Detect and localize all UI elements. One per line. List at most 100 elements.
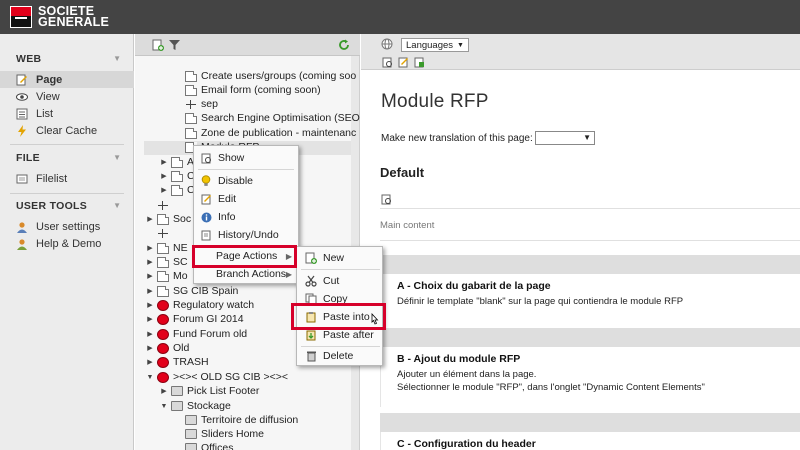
expand-arrow-right-icon[interactable]: ▶ (160, 172, 168, 180)
submenu-item-delete[interactable]: Delete (297, 347, 382, 365)
page-icon (171, 184, 183, 196)
expand-arrow-down-icon[interactable]: ▼ (146, 374, 154, 381)
language-select[interactable]: Languages ▼ (401, 38, 469, 52)
menu-item-list[interactable]: List (0, 105, 134, 122)
content-element[interactable]: A - Choix du gabarit de la page Définir … (380, 274, 800, 324)
expand-arrow-right-icon[interactable]: ▶ (160, 186, 168, 194)
restricted-page-icon (157, 313, 169, 325)
tree-row[interactable]: Sliders Home (185, 427, 264, 441)
tree-row[interactable] (157, 198, 173, 212)
menu-item-clear-cache[interactable]: Clear Cache (0, 122, 134, 139)
tree-row[interactable]: Zone de publication - maintenanc (185, 126, 356, 140)
tree-row[interactable]: ▶ Forum GI 2014 (146, 312, 243, 326)
expand-arrow-right-icon[interactable]: ▶ (146, 358, 154, 366)
context-item-history[interactable]: History/Undo (194, 226, 298, 244)
menu-item-page[interactable]: Page (0, 71, 134, 88)
tree-row[interactable]: Search Engine Optimisation (SEO (185, 111, 360, 125)
expand-arrow-right-icon[interactable]: ▶ (160, 387, 168, 395)
expand-arrow-down-icon[interactable]: ▼ (160, 403, 168, 410)
page-edit-icon (16, 74, 28, 86)
content-element-title: A - Choix du gabarit de la page (397, 280, 551, 292)
filter-icon[interactable] (169, 39, 180, 54)
tree-row[interactable]: ▶ Regulatory watch (146, 298, 254, 312)
expand-arrow-right-icon[interactable]: ▶ (146, 315, 154, 323)
tree-row[interactable]: ▶ Mo (146, 269, 187, 283)
separator-icon (185, 99, 197, 110)
expand-arrow-right-icon[interactable]: ▶ (146, 330, 154, 338)
tree-row[interactable]: ▶ NE (146, 241, 188, 255)
menu-item-help-demo[interactable]: Help & Demo (0, 235, 134, 252)
refresh-icon[interactable] (338, 39, 350, 54)
tree-row[interactable]: Territoire de diffusion (185, 413, 298, 427)
tree-row[interactable]: ▶ C (160, 183, 194, 197)
tree-row[interactable]: ▶ Soc (146, 212, 191, 226)
tree-row[interactable]: ▶ Pick List Footer (160, 384, 259, 398)
menu-item-label: Help & Demo (36, 237, 102, 250)
folder-icon (185, 443, 197, 450)
tree-row[interactable]: sep (185, 97, 218, 111)
translation-select[interactable]: ▼ (535, 131, 595, 145)
submenu-item-label: New (323, 252, 345, 264)
history-icon (200, 229, 212, 241)
content-element[interactable]: C - Configuration du header (380, 432, 800, 450)
context-item-info[interactable]: Info (194, 208, 298, 226)
new-page-icon[interactable] (152, 39, 164, 54)
menu-item-label: List (36, 107, 54, 120)
context-item-label: Info (218, 211, 236, 223)
tree-row-label: TRASH (173, 356, 209, 368)
submenu-item-label: Cut (323, 275, 340, 287)
content-element[interactable]: B - Ajout du module RFP Ajouter un éléme… (380, 347, 800, 407)
page-properties-icon[interactable] (414, 57, 425, 71)
expand-arrow-right-icon[interactable]: ▶ (146, 301, 154, 309)
tree-row[interactable]: Email form (coming soon) (185, 83, 321, 97)
tree-row[interactable]: ▶ SG CIB Spain (146, 284, 238, 298)
tree-row-label: NE (173, 242, 188, 254)
expand-arrow-right-icon[interactable]: ▶ (160, 158, 168, 166)
submenu-item-cut[interactable]: Cut (297, 272, 382, 290)
tree-row-label: sep (201, 98, 218, 110)
tree-row[interactable]: Create users/groups (coming soo (185, 69, 356, 83)
menu-item-user-settings[interactable]: User settings (0, 218, 134, 235)
tree-row-label: Zone de publication - maintenanc (201, 127, 357, 139)
content-element-title: C - Configuration du header (397, 438, 536, 450)
context-item-label: Branch Actions (216, 268, 287, 280)
tree-row[interactable]: ▶ Fund Forum old (146, 327, 247, 341)
tree-row-label: Create users/groups (coming soo (201, 70, 357, 82)
submenu-item-new[interactable]: New (297, 249, 382, 267)
tree-row[interactable]: ▶ SC (146, 255, 187, 269)
page-icon (171, 156, 183, 168)
tree-row[interactable]: Offices (185, 441, 233, 450)
tree-row[interactable]: ▶ Old (146, 341, 189, 355)
tree-row[interactable]: ▼ Stockage (160, 399, 231, 413)
expand-arrow-right-icon[interactable]: ▶ (146, 344, 154, 352)
collapse-user-tools-icon[interactable]: ▼ (113, 201, 121, 210)
edit-page-icon[interactable] (398, 57, 409, 71)
tree-row[interactable] (157, 226, 173, 240)
collapse-file-icon[interactable]: ▼ (113, 153, 121, 162)
expand-arrow-right-icon[interactable]: ▶ (146, 272, 154, 280)
expand-arrow-right-icon[interactable]: ▶ (146, 215, 154, 223)
tree-row[interactable]: ▶ C (160, 169, 194, 183)
expand-arrow-right-icon[interactable]: ▶ (146, 287, 154, 295)
tree-row[interactable]: ▼ ><>< OLD SG CIB ><>< (146, 370, 288, 384)
view-page-icon[interactable] (382, 57, 393, 71)
expand-arrow-right-icon[interactable]: ▶ (146, 258, 154, 266)
menu-item-filelist[interactable]: Filelist (0, 170, 134, 187)
content-element-text: Ajouter un élément dans la page. (397, 369, 537, 380)
expand-arrow-right-icon[interactable]: ▶ (146, 244, 154, 252)
menu-divider (10, 193, 124, 194)
tree-row[interactable]: ▶ A (160, 155, 194, 169)
context-item-label: Show (218, 152, 245, 164)
page-title: Module RFP (381, 91, 489, 112)
context-item-edit[interactable]: Edit (194, 190, 298, 208)
chevron-down-icon: ▼ (583, 133, 591, 142)
context-item-show[interactable]: Show (194, 149, 298, 167)
collapse-web-icon[interactable]: ▼ (113, 54, 121, 63)
new-content-element-icon[interactable] (381, 194, 391, 205)
menu-item-view[interactable]: View (0, 88, 134, 105)
menu-section-title: WEB (16, 53, 42, 65)
context-item-disable[interactable]: Disable (194, 172, 298, 190)
brand-logo[interactable]: SOCIETE GENERALE (10, 5, 109, 28)
tree-row[interactable]: ▶ TRASH (146, 355, 209, 369)
lightbulb-icon (200, 175, 212, 187)
